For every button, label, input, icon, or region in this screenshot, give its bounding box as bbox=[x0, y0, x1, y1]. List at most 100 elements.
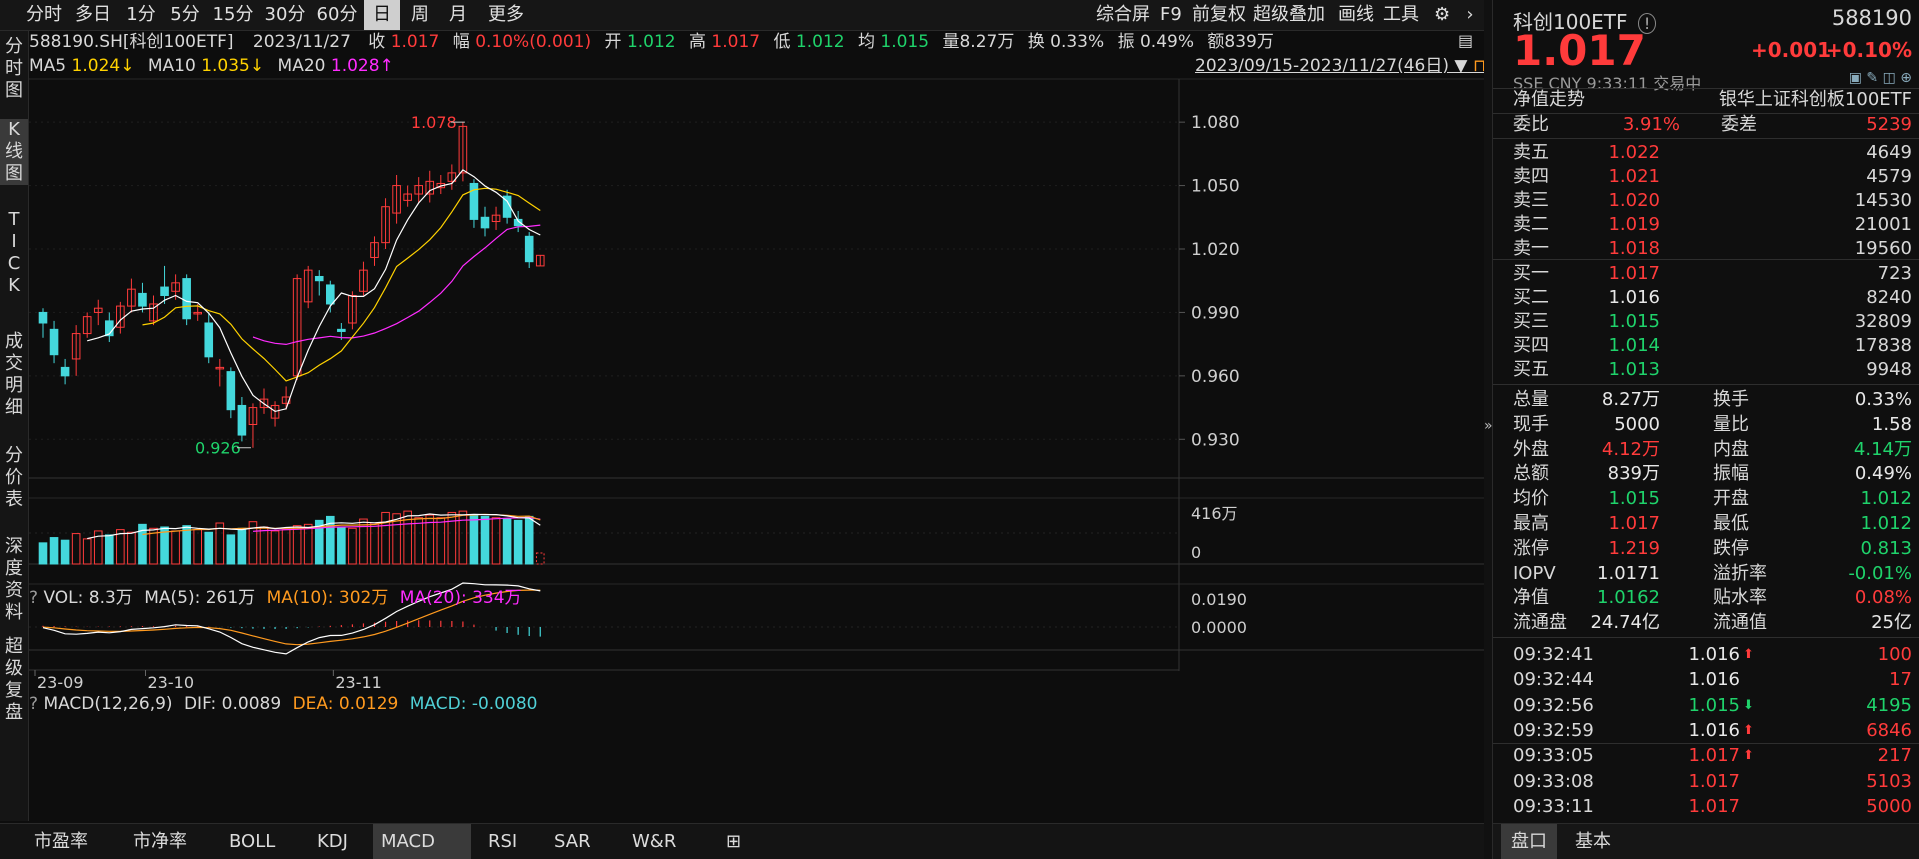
chevron-right-icon[interactable]: › bbox=[1456, 0, 1484, 30]
volume-bar bbox=[535, 552, 545, 565]
ask-level-row[interactable]: 卖四 1.021 4579 bbox=[1493, 165, 1919, 189]
volume-bar bbox=[49, 537, 59, 565]
macd-axis-max: 0.0190 bbox=[1191, 590, 1247, 609]
volume-bar bbox=[281, 529, 291, 565]
ask-level-row[interactable]: 卖五 1.022 4649 bbox=[1493, 141, 1919, 165]
bid-level-row[interactable]: 买一 1.017 723 bbox=[1493, 262, 1919, 286]
stat-value: 1.0171 bbox=[1597, 562, 1660, 584]
toolbar-tool-button[interactable]: 画线 bbox=[1338, 0, 1374, 30]
divider bbox=[1493, 743, 1919, 745]
toolbar-tool-button[interactable]: F9 bbox=[1160, 0, 1182, 30]
sidebar-item[interactable]: 成交明细 bbox=[0, 331, 28, 419]
volume-bar bbox=[270, 530, 280, 565]
stat-label: 开盘 bbox=[1713, 488, 1749, 510]
period-tab[interactable]: 1分 bbox=[120, 0, 162, 30]
tick-price: 1.017 bbox=[1688, 770, 1740, 792]
price-axis-label: 0.990 bbox=[1191, 303, 1240, 323]
level-label: 买四 bbox=[1513, 335, 1549, 356]
volume-axis-max: 416万 bbox=[1191, 504, 1238, 523]
sidebar-item[interactable]: 超级复盘 bbox=[0, 636, 28, 724]
level-volume: 17838 bbox=[1854, 335, 1912, 356]
sidebar-item[interactable]: 分价表 bbox=[0, 445, 28, 511]
bid-level-row[interactable]: 买五 1.013 9948 bbox=[1493, 358, 1919, 382]
period-tab[interactable]: 60分 bbox=[312, 0, 362, 30]
bid-level-row[interactable]: 买二 1.016 8240 bbox=[1493, 286, 1919, 310]
stat-value: 1.015 bbox=[1608, 488, 1660, 510]
period-tab[interactable]: 5分 bbox=[164, 0, 206, 30]
arrow-up-icon: ⬆ bbox=[1743, 647, 1754, 662]
volume-bar bbox=[502, 518, 512, 565]
indicator-tab[interactable]: 市盈率 bbox=[26, 824, 116, 859]
candle-down bbox=[480, 216, 490, 229]
toolbar-tool-button[interactable]: 前复权 bbox=[1192, 0, 1246, 30]
volume-bar bbox=[127, 531, 136, 565]
help-icon[interactable]: ? bbox=[29, 588, 38, 608]
level-price: 1.017 bbox=[1608, 263, 1660, 284]
toolbar-tool-button[interactable]: 工具 bbox=[1383, 0, 1419, 30]
arrow-up-icon: ⬆ bbox=[1743, 748, 1754, 764]
panel-tab[interactable]: 基本 bbox=[1565, 824, 1621, 859]
wc-label: 委差 bbox=[1721, 114, 1757, 135]
indicator-tab[interactable]: SAR bbox=[546, 824, 616, 859]
ask-level-row[interactable]: 卖二 1.019 21001 bbox=[1493, 213, 1919, 237]
sidebar-item[interactable]: K线图 bbox=[0, 119, 28, 185]
stats-row: 最高 1.017 最低 1.012 bbox=[1493, 512, 1919, 536]
last-price: 1.017 bbox=[1513, 26, 1646, 75]
sidebar-item[interactable]: TICK bbox=[0, 209, 28, 297]
period-tab[interactable]: 周 bbox=[402, 0, 438, 30]
volume-bar bbox=[458, 510, 468, 565]
divider bbox=[1493, 384, 1919, 385]
period-tab[interactable]: 分时 bbox=[22, 0, 66, 30]
price-axis-label: 0.960 bbox=[1191, 367, 1240, 387]
volume-bar bbox=[60, 539, 70, 565]
stats-row: 流通盘 24.74亿 流通值 25亿 bbox=[1493, 611, 1919, 635]
volume-bar bbox=[469, 514, 479, 565]
bid-level-row[interactable]: 买四 1.014 17838 bbox=[1493, 334, 1919, 358]
period-tab[interactable]: 更多 bbox=[478, 0, 534, 30]
indicator-tab[interactable]: RSI bbox=[480, 824, 538, 859]
period-tab[interactable]: 月 bbox=[440, 0, 476, 30]
toolbar-tool-button[interactable]: 超级叠加 bbox=[1253, 0, 1325, 30]
indicator-tab[interactable]: MACD bbox=[373, 824, 471, 859]
sidebar-item[interactable]: 分时图 bbox=[0, 36, 28, 102]
ask-level-row[interactable]: 卖三 1.020 14530 bbox=[1493, 189, 1919, 213]
gear-icon[interactable]: ⚙ bbox=[1434, 0, 1450, 30]
panel-tool-icons[interactable]: ▣ ✎ ◫ ⊕ bbox=[1849, 70, 1912, 86]
level-volume: 9948 bbox=[1866, 359, 1912, 380]
tick-time: 09:33:11 bbox=[1513, 795, 1594, 817]
nav-row: 净值走势 银华上证科创板100ETF bbox=[1493, 88, 1919, 112]
candle-down bbox=[226, 371, 236, 411]
arrow-down-icon: ⬇ bbox=[1743, 697, 1754, 713]
period-tab[interactable]: 日 bbox=[364, 0, 400, 30]
level-label: 买一 bbox=[1513, 263, 1549, 284]
volume-bar bbox=[370, 522, 379, 565]
indicator-tab[interactable]: W&R bbox=[624, 824, 694, 859]
nav-trend-link[interactable]: 净值走势 bbox=[1513, 88, 1585, 112]
price-axis-label: 1.020 bbox=[1191, 240, 1240, 260]
sidebar-item[interactable]: 深度资料 bbox=[0, 536, 28, 624]
period-tab[interactable]: 30分 bbox=[260, 0, 310, 30]
wb-value: 3.91% bbox=[1622, 114, 1680, 135]
tick-row: 09:32:59 1.016 ⬆ 6846 bbox=[1493, 719, 1919, 743]
panel-tab[interactable]: 盘口 bbox=[1501, 824, 1557, 859]
volume-bar bbox=[447, 511, 457, 565]
ask-level-row[interactable]: 卖一 1.018 19560 bbox=[1493, 237, 1919, 261]
period-tab[interactable]: 多日 bbox=[68, 0, 118, 30]
stat-value: 0.813 bbox=[1860, 537, 1912, 559]
volume-bar bbox=[414, 517, 423, 565]
indicator-tab[interactable]: KDJ bbox=[309, 824, 365, 859]
stat-value: 4.12万 bbox=[1601, 438, 1660, 460]
indicator-tab[interactable]: BOLL bbox=[221, 824, 291, 859]
help-icon[interactable]: ? bbox=[29, 694, 38, 714]
panel-collapse-handle[interactable]: » bbox=[1484, 0, 1493, 859]
period-tab[interactable]: 15分 bbox=[208, 0, 258, 30]
wc-value: 5239 bbox=[1866, 114, 1912, 135]
level-price: 1.015 bbox=[1608, 311, 1660, 332]
add-indicator-icon[interactable]: ⊞ bbox=[726, 824, 741, 859]
bid-level-row[interactable]: 买三 1.015 32809 bbox=[1493, 310, 1919, 334]
high-annotation: 1.078 bbox=[411, 113, 457, 132]
indicator-tab[interactable]: 市净率 bbox=[125, 824, 211, 859]
toolbar-tool-button[interactable]: 综合屏 bbox=[1096, 0, 1150, 30]
candle-down bbox=[160, 286, 169, 297]
stat-label: 量比 bbox=[1713, 413, 1749, 435]
